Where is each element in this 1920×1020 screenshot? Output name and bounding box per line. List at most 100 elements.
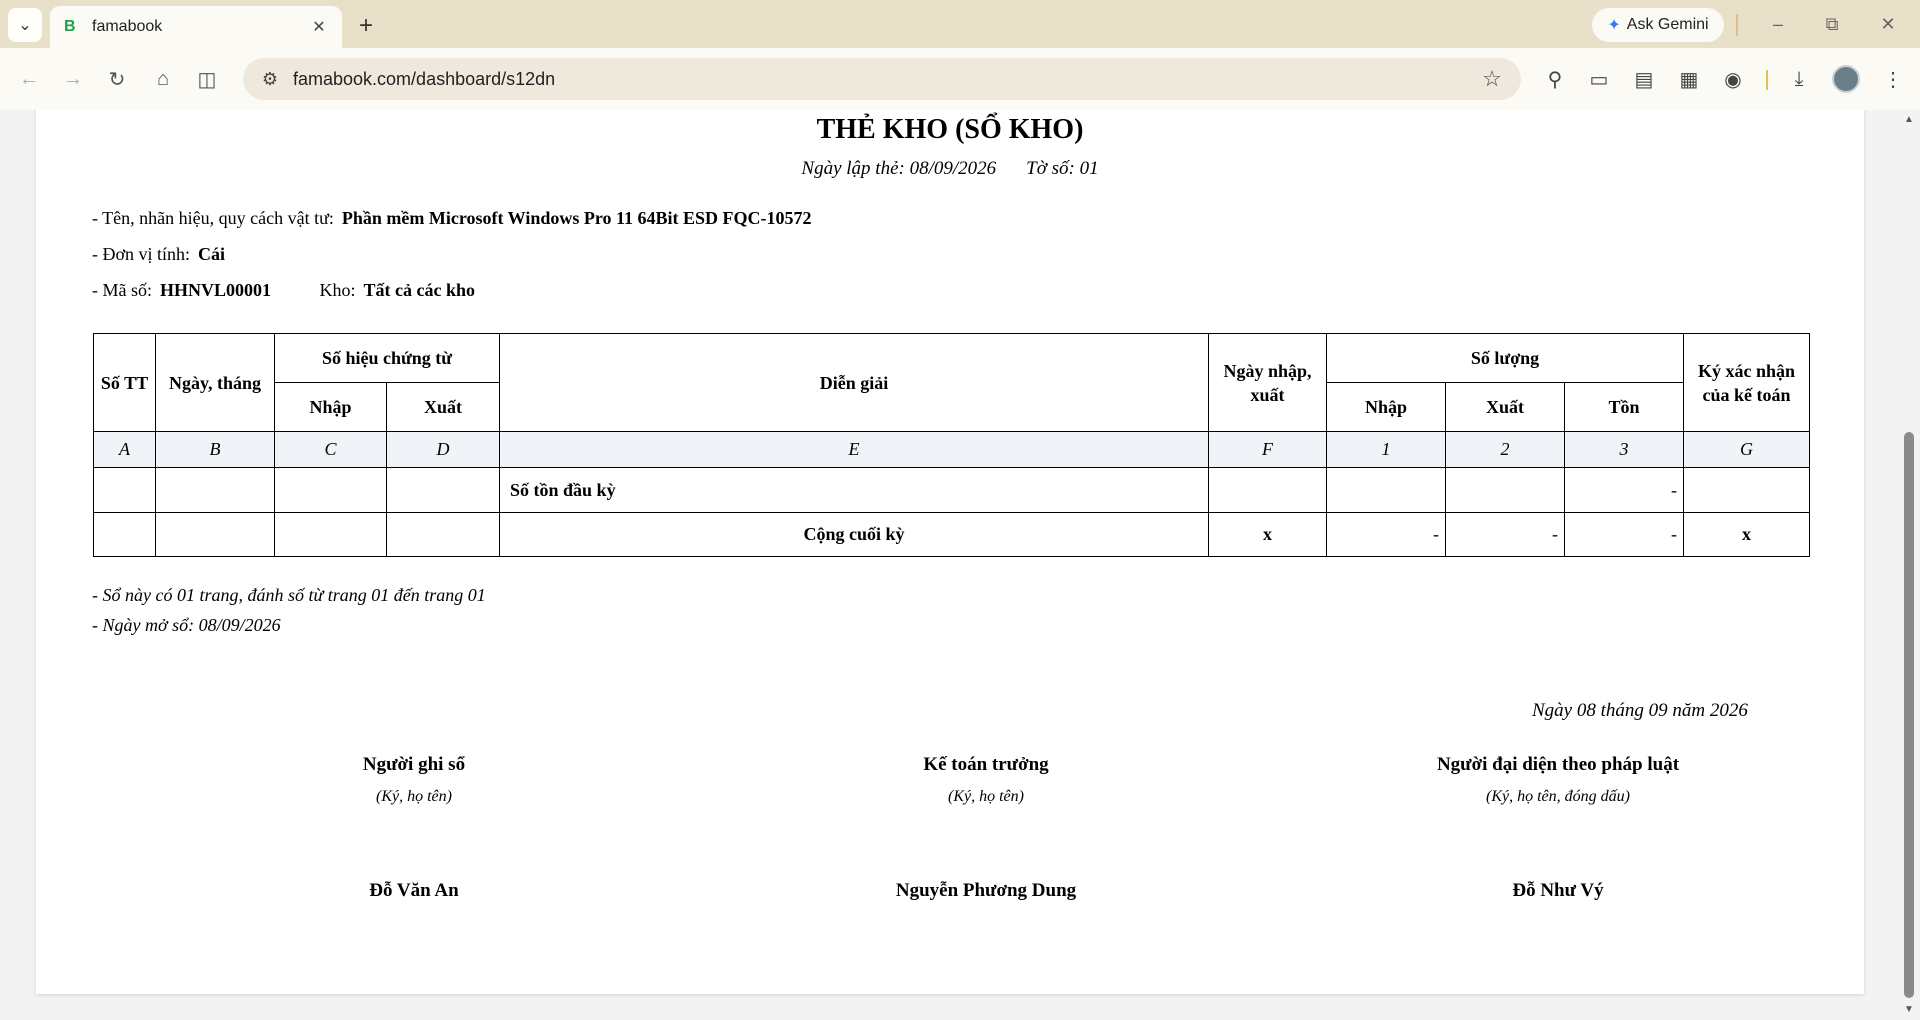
column-code: 2	[1445, 431, 1566, 468]
closing-qty-out: -	[1445, 512, 1566, 557]
column-code: F	[1208, 431, 1328, 468]
column-code: C	[274, 431, 387, 468]
item-value: Phần mềm Microsoft Windows Pro 11 64Bit …	[341, 208, 812, 228]
reload-icon[interactable]: ↻	[100, 62, 134, 96]
date-made: Ngày lập thẻ: 08/09/2026	[801, 158, 997, 179]
download-icon[interactable]: ⤓	[1782, 62, 1816, 96]
table-icon[interactable]: ▦	[1672, 62, 1706, 96]
split-view-icon[interactable]: ◫	[190, 62, 224, 96]
tab-famabook[interactable]: B famabook ✕	[50, 6, 342, 48]
header-qty-balance: Tồn	[1564, 382, 1685, 432]
column-code: D	[385, 431, 501, 468]
chevron-down-icon: ⌄	[18, 17, 32, 34]
reading-mode-icon[interactable]: ▤	[1627, 62, 1661, 96]
header-voucher: Số hiệu chứng từ	[273, 333, 501, 383]
toolbar-divider	[1766, 70, 1768, 90]
header-inout-date: Ngày nhập, xuất	[1208, 333, 1328, 432]
inventory-card-document: THẺ KHO (SỔ KHO) Ngày lập thẻ: 08/09/202…	[36, 110, 1864, 994]
tabbar-divider	[1736, 14, 1738, 36]
item-name-line: - Tên, nhãn hiệu, quy cách vật tư: Phần m…	[92, 208, 812, 229]
signer-name-chief-accountant: Nguyễn Phương Dung	[895, 880, 1077, 901]
signature-title: Kế toán trưởng	[923, 754, 1049, 775]
item-label: - Tên, nhãn hiệu, quy cách vật tư:	[92, 208, 334, 228]
scroll-up-icon[interactable]: ▲	[1903, 114, 1915, 126]
site-settings-icon[interactable]: ⚙	[253, 62, 287, 96]
column-code: A	[93, 431, 156, 468]
close-icon[interactable]: ✕	[308, 16, 330, 38]
more-menu-icon[interactable]: ⋮	[1876, 62, 1910, 96]
ask-gemini-button[interactable]: ✦ Ask Gemini	[1592, 8, 1724, 42]
url-text[interactable]: famabook.com/dashboard/s12dn	[293, 69, 1475, 90]
code-label: - Mã số:	[92, 280, 152, 300]
header-qty-in: Nhập	[1326, 382, 1447, 432]
password-key-icon[interactable]: ⚲	[1538, 62, 1572, 96]
browser-toolbar: ← → ↻ ⌂ ◫ ⚙ famabook.com/dashboard/s12dn…	[0, 48, 1920, 110]
column-code: G	[1683, 431, 1811, 468]
minimize-icon[interactable]: –	[1764, 12, 1792, 36]
header-qty-out: Xuất	[1445, 382, 1566, 432]
scroll-down-icon[interactable]: ▼	[1903, 1004, 1915, 1016]
column-code: B	[155, 431, 275, 468]
document-subtitle: Ngày lập thẻ: 08/09/2026 Tờ số: 01	[36, 158, 1864, 180]
opening-balance-row: Số tồn đầu kỳ -	[93, 467, 1811, 513]
header-description: Diễn giải	[499, 333, 1210, 432]
signer-name-recorder: Đỗ Văn An	[369, 880, 459, 901]
forward-arrow-icon[interactable]: →	[56, 62, 90, 96]
closing-qty-in: -	[1326, 512, 1447, 557]
signature-block-recorder: Người ghi sổ (Ký, họ tên)	[204, 754, 624, 806]
avatar[interactable]	[1832, 65, 1860, 93]
unit-value: Cái	[198, 244, 226, 264]
scrollbar-thumb[interactable]	[1904, 432, 1914, 998]
page-viewport: THẺ KHO (SỔ KHO) Ngày lập thẻ: 08/09/202…	[0, 110, 1898, 1020]
vertical-scrollbar[interactable]: ▲ ▼	[1898, 110, 1920, 1020]
header-stt: Số TT	[93, 333, 156, 432]
window-close-icon[interactable]: ✕	[1874, 12, 1902, 36]
opening-balance-label: Số tồn đầu kỳ	[499, 467, 1210, 513]
signature-title: Người ghi sổ	[362, 754, 466, 775]
ask-gemini-label: Ask Gemini	[1626, 16, 1709, 33]
sheet-number: Tờ số: 01	[1026, 158, 1099, 179]
header-voucher-in: Nhập	[274, 382, 387, 432]
open-date-note: - Ngày mở sổ: 08/09/2026	[92, 615, 281, 635]
signature-hint: (Ký, họ tên, đóng dấu)	[1486, 788, 1630, 805]
unit-line: - Đơn vị tính: Cái	[92, 244, 225, 265]
unit-label: - Đơn vị tính:	[92, 244, 191, 264]
header-voucher-out: Xuất	[385, 382, 501, 432]
warehouse-label: Kho:	[319, 280, 356, 300]
restore-icon[interactable]: ⧉	[1818, 12, 1846, 36]
tab-search-button[interactable]: ⌄	[8, 8, 42, 42]
home-icon[interactable]: ⌂	[146, 62, 180, 96]
column-code-row: A B C D E F 1 2 3 G	[93, 431, 1811, 468]
warehouse-value: Tất cả các kho	[363, 280, 476, 300]
code-value: HHNVL00001	[160, 280, 272, 300]
payment-card-icon[interactable]: ▭	[1582, 62, 1616, 96]
closing-total-row: Cộng cuối kỳ x - - - x	[93, 512, 1811, 557]
closing-sign-mark: x	[1683, 512, 1811, 557]
inventory-ledger-table: Số TT Ngày, tháng Số hiệu chứng từ Diễn …	[93, 333, 1811, 557]
incognito-icon[interactable]: ◉	[1716, 62, 1750, 96]
opening-balance-value: -	[1564, 467, 1685, 513]
tab-strip: ⌄ B famabook ✕ + ✦ Ask Gemini – ⧉ ✕	[0, 0, 1920, 48]
header-quantity: Số lượng	[1326, 333, 1685, 383]
new-tab-button[interactable]: +	[352, 12, 380, 40]
tab-title: famabook	[92, 18, 163, 35]
favicon-icon: B	[64, 18, 76, 35]
column-code: E	[499, 431, 1210, 468]
closing-total-label: Cộng cuối kỳ	[499, 512, 1210, 557]
signature-block-legal-rep: Người đại diện theo pháp luật (Ký, họ tê…	[1348, 754, 1768, 806]
code-line: - Mã số: HHNVL00001 Kho: Tất cả các kho	[92, 280, 475, 301]
address-bar[interactable]: ⚙ famabook.com/dashboard/s12dn ☆	[243, 58, 1521, 100]
signature-block-chief-accountant: Kế toán trưởng (Ký, họ tên)	[776, 754, 1196, 806]
signature-title: Người đại diện theo pháp luật	[1436, 754, 1680, 775]
gemini-sparkle-icon: ✦	[1607, 17, 1621, 34]
column-code: 3	[1564, 431, 1685, 468]
header-accountant-sign: Ký xác nhận của kế toán	[1683, 333, 1811, 432]
closing-qty-balance: -	[1564, 512, 1685, 557]
column-code: 1	[1326, 431, 1447, 468]
back-arrow-icon[interactable]: ←	[12, 62, 46, 96]
signature-hint: (Ký, họ tên)	[948, 788, 1024, 805]
header-date: Ngày, tháng	[155, 333, 275, 432]
signature-hint: (Ký, họ tên)	[376, 788, 452, 805]
bookmark-star-icon[interactable]: ☆	[1475, 62, 1509, 96]
signer-name-legal-rep: Đỗ Như Vý	[1512, 880, 1604, 901]
